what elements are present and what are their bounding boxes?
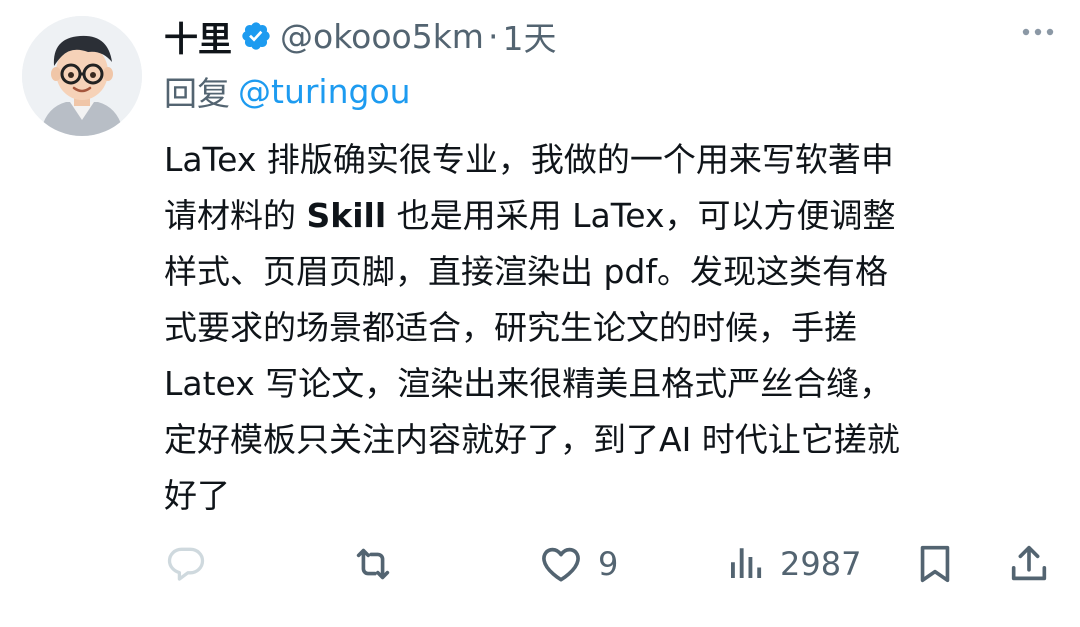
share-icon	[1011, 545, 1047, 581]
tweet-header: 十里 @okooo5km · 1天	[164, 10, 556, 62]
retweet-button[interactable]	[350, 536, 396, 592]
separator-dot: ·	[487, 16, 499, 56]
tweet-text-line: 定好模板只关注内容就好了，到了AI 时代让它搓就	[164, 420, 900, 459]
tweet: 十里 @okooo5km · 1天 回复 @turingou LaTex 排版确…	[0, 0, 1080, 627]
heart-icon	[542, 547, 580, 582]
views-icon	[731, 548, 762, 578]
tweet-text-line: LaTex 排版确实很专业，我做的一个用来写软著申	[164, 140, 894, 179]
tweet-text-line: Latex 写论文，渲染出来很精美且格式严丝合缝，	[164, 364, 893, 403]
tweet-text-line: 式要求的场景都适合，研究生论文的时候，手搓	[164, 308, 857, 347]
display-name[interactable]: 十里	[164, 12, 232, 61]
bookmark-button[interactable]	[912, 536, 958, 592]
reply-icon	[167, 547, 205, 581]
tweet-text-line: 好了	[164, 476, 230, 515]
like-button[interactable]: 9	[538, 536, 618, 592]
avatar[interactable]	[22, 16, 142, 136]
user-handle[interactable]: @okooo5km	[280, 17, 484, 56]
views-count: 2987	[780, 545, 862, 583]
avatar-illustration-icon	[22, 16, 142, 136]
tweet-text-line: 样式、页眉页脚，直接渲染出 pdf。发现这类有格	[164, 252, 889, 291]
tweet-text-bold: Skill	[306, 196, 387, 235]
retweet-icon	[356, 548, 390, 580]
tweet-text: LaTex 排版确实很专业，我做的一个用来写软著申 请材料的 Skill 也是用…	[164, 132, 1064, 524]
like-count: 9	[598, 545, 619, 583]
more-options-icon[interactable]	[1018, 20, 1058, 44]
post-time[interactable]: 1天	[502, 12, 556, 60]
reply-button[interactable]	[164, 536, 208, 592]
reply-prefix: 回复	[164, 74, 230, 113]
action-bar: 9 2987	[164, 536, 1054, 592]
share-button[interactable]	[1006, 536, 1052, 592]
tweet-text-segment: 也是用采用 LaTex，可以方便调整	[386, 196, 896, 235]
tweet-text-line: 请材料的 Skill 也是用采用 LaTex，可以方便调整	[164, 188, 1064, 244]
views-button[interactable]: 2987	[724, 536, 861, 592]
reply-mention-link[interactable]: @turingou	[238, 72, 411, 111]
replying-to: 回复 @turingou	[164, 66, 411, 116]
bookmark-icon	[920, 545, 950, 583]
verified-badge-icon	[242, 22, 270, 50]
tweet-text-segment: 请材料的	[164, 196, 307, 235]
